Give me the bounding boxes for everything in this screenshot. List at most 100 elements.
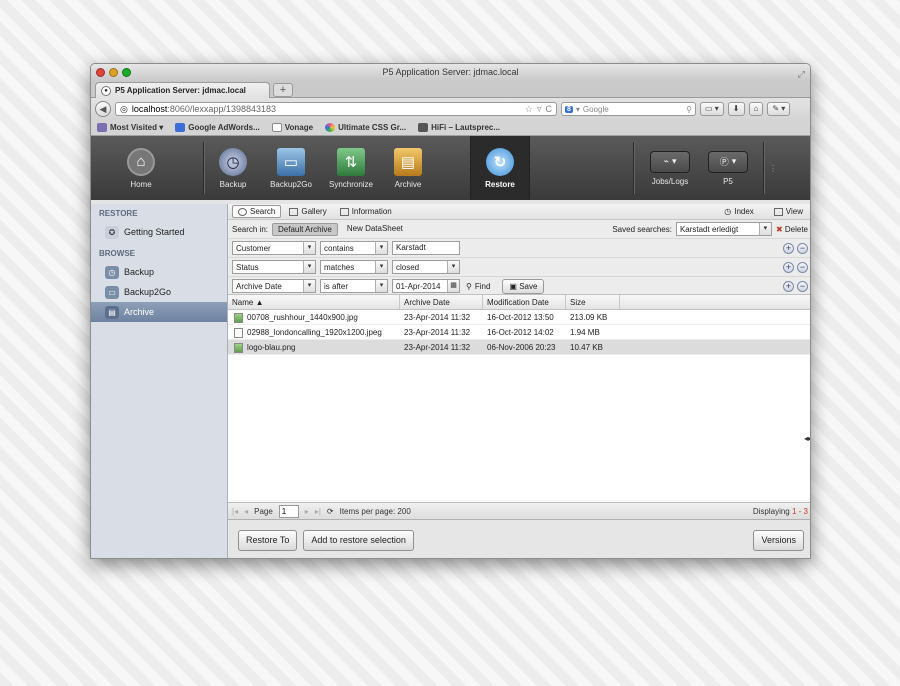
toolbar-overflow-icon[interactable]: ⋮	[767, 136, 779, 200]
next-page-icon[interactable]: ▸	[305, 507, 309, 516]
laptop-icon: ▭	[277, 147, 305, 176]
add-to-restore-selection-button[interactable]: Add to restore selection	[303, 529, 414, 551]
bookmark-vonage[interactable]: Vonage	[271, 123, 313, 132]
backup2go-nav-button[interactable]: ▭ Backup2Go	[263, 136, 319, 200]
bookmark-most-visited[interactable]: Most Visited ▾	[97, 123, 163, 132]
criteria-field-select[interactable]: Customer ▾	[232, 241, 316, 255]
view-button[interactable]: View	[769, 205, 808, 218]
restore-nav-button[interactable]: ↻ Restore	[470, 136, 530, 200]
criteria-operator-select[interactable]: matches ▾	[320, 260, 388, 274]
calendar-icon[interactable]: ▦	[447, 280, 459, 292]
search-engine-dropdown-icon[interactable]: ▾	[576, 105, 580, 114]
archive-nav-label: Archive	[394, 179, 422, 189]
window-controls	[96, 68, 131, 77]
p5-dropdown[interactable]: Ⓟ ▾	[708, 150, 748, 173]
view-options-button[interactable]: ▭ ▾	[700, 102, 724, 116]
reload-icon[interactable]: C	[546, 104, 553, 114]
column-header-size[interactable]: Size	[566, 295, 620, 309]
column-header-name[interactable]: Name ▲	[228, 295, 400, 309]
previous-page-icon[interactable]: ◂	[244, 507, 248, 516]
add-criteria-button[interactable]: +	[783, 280, 794, 292]
tab-gallery[interactable]: Gallery	[284, 205, 331, 218]
close-window-button[interactable]	[96, 68, 105, 77]
criteria-row-controls: + −	[783, 242, 808, 254]
download-button[interactable]: ⬇	[727, 102, 745, 116]
sidebar-item-archive[interactable]: ▤ Archive	[91, 302, 227, 322]
sidebar-item-backup2go[interactable]: ▭ Backup2Go	[91, 282, 227, 302]
first-page-icon[interactable]: |◂	[232, 507, 238, 516]
new-datasheet-button[interactable]: New DataSheet	[342, 223, 408, 236]
search-input[interactable]: Google	[583, 105, 683, 114]
criteria-operator-select[interactable]: contains ▾	[320, 241, 388, 255]
sidebar-item-backup[interactable]: ◷ Backup	[91, 262, 227, 282]
dropdown-arrow-icon[interactable]: ▿	[537, 104, 542, 115]
versions-button[interactable]: Versions	[753, 529, 804, 551]
criteria-field-select[interactable]: Status ▾	[232, 260, 316, 274]
synchronize-nav-button[interactable]: ⇅ Synchronize	[323, 136, 379, 200]
bookmark-google-adwords[interactable]: Google AdWords...	[175, 123, 260, 132]
date-input[interactable]: 01-Apr-2014 ▦	[392, 279, 460, 293]
column-header-modification-date[interactable]: Modification Date	[483, 295, 566, 309]
back-button[interactable]: ◀	[95, 101, 111, 117]
new-tab-button[interactable]: +	[273, 83, 293, 97]
clock-icon: ◷	[724, 207, 732, 216]
remove-criteria-button[interactable]: −	[797, 261, 808, 273]
table-row[interactable]: logo-blau.png 23-Apr-2014 11:32 06-Nov-2…	[228, 340, 810, 355]
index-button[interactable]: ◷ Index	[719, 205, 759, 218]
add-criteria-button[interactable]: +	[783, 261, 794, 273]
page-number-input[interactable]	[278, 504, 299, 518]
criteria-row-controls: + −	[783, 261, 808, 273]
default-archive-button[interactable]: Default Archive	[272, 222, 338, 236]
tab-search[interactable]: Search	[232, 205, 282, 218]
save-button[interactable]: ▣ Save	[502, 278, 545, 294]
url-bar[interactable]: ◎ localhost:8060/lexxapp/1398843183 ☆ ▿ …	[115, 102, 557, 116]
sidebar-item-label: Getting Started	[124, 227, 185, 237]
chevron-down-icon: ▾	[731, 156, 737, 166]
search-bar[interactable]: 8 ▾ Google ⚲	[561, 102, 696, 116]
criteria-value-input[interactable]: Karstadt	[392, 241, 460, 255]
archive-nav-button[interactable]: ▤ Archive	[383, 136, 433, 200]
criteria-operator-select[interactable]: is after ▾	[320, 279, 388, 293]
home-nav-button[interactable]: ⌂ Home	[117, 136, 165, 200]
jobs-logs-button[interactable]: ⌁ ▾ Jobs/Logs	[647, 136, 693, 200]
chevron-down-icon: ▾	[671, 156, 677, 166]
add-criteria-button[interactable]: +	[783, 242, 794, 254]
panel-splitter-handle[interactable]: ◂▸	[804, 434, 810, 443]
remove-criteria-button[interactable]: −	[797, 280, 808, 292]
table-row[interactable]: 00708_rushhour_1440x900.jpg 23-Apr-2014 …	[228, 310, 810, 325]
backup-nav-button[interactable]: ◷ Backup	[209, 136, 257, 200]
saved-searches-select[interactable]: Karstadt erledigt ▾	[675, 222, 772, 236]
bookmark-star-icon[interactable]: ☆	[525, 104, 533, 115]
home-button[interactable]: ⌂	[748, 102, 764, 116]
search-engine-icon[interactable]: 8	[565, 105, 573, 113]
view-icon	[773, 207, 783, 216]
search-in-row: Search in: Default Archive New DataSheet…	[228, 220, 810, 239]
minimize-window-button[interactable]	[109, 68, 118, 77]
extension-button[interactable]: ✎ ▾	[767, 102, 791, 116]
chevron-down-icon: ▾	[303, 280, 315, 292]
gallery-icon	[289, 207, 299, 216]
chevron-down-icon: ▾	[375, 280, 387, 292]
bookmark-hifi[interactable]: HiFi – Lautsprec...	[418, 123, 500, 132]
chevron-down-icon: ▾	[303, 242, 315, 254]
p5-button[interactable]: Ⓟ ▾ P5	[705, 136, 751, 200]
lifebuoy-icon: ✪	[105, 225, 119, 239]
remove-criteria-button[interactable]: −	[797, 242, 808, 254]
criteria-field-select[interactable]: Archive Date ▾	[232, 279, 316, 293]
find-button[interactable]: ⚲ Find	[466, 282, 490, 291]
criteria-value-select[interactable]: closed ▾	[392, 260, 460, 274]
results-table: Name ▲ Archive Date Modification Date Si…	[228, 294, 810, 502]
delete-button[interactable]: ✖ Delete	[776, 225, 808, 234]
search-icon[interactable]: ⚲	[686, 105, 692, 114]
restore-to-button[interactable]: Restore To	[238, 529, 298, 551]
zoom-window-button[interactable]	[122, 68, 131, 77]
column-header-archive-date[interactable]: Archive Date	[400, 295, 483, 309]
table-row[interactable]: 02988_londoncalling_1920x1200.jpeg 23-Ap…	[228, 325, 810, 340]
sidebar-item-getting-started[interactable]: ✪ Getting Started	[91, 222, 227, 242]
browser-tab[interactable]: ● P5 Application Server: jdmac.local	[95, 82, 270, 98]
last-page-icon[interactable]: ▸|	[315, 507, 321, 516]
tab-information[interactable]: Information	[335, 205, 397, 218]
jobs-logs-dropdown[interactable]: ⌁ ▾	[650, 150, 690, 173]
bookmark-ultimate-css[interactable]: Ultimate CSS Gr...	[325, 123, 406, 132]
refresh-icon[interactable]: ⟳	[327, 507, 334, 516]
